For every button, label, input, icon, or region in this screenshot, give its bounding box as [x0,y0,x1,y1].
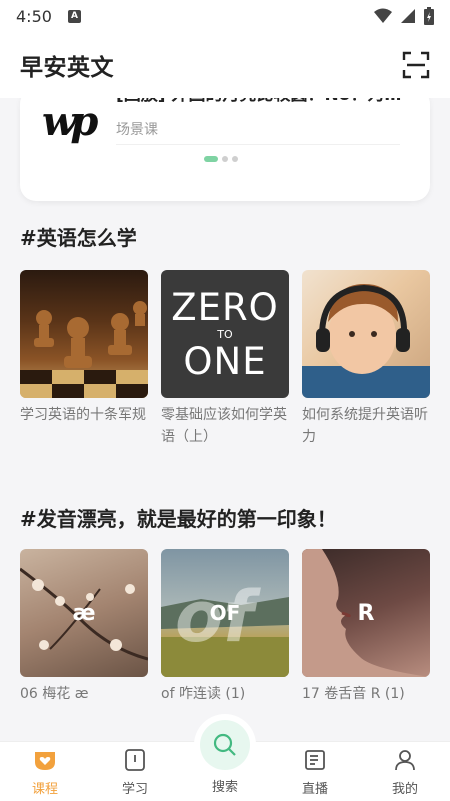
tab-mine[interactable]: 我的 [360,742,450,801]
wifi-icon [374,8,392,23]
tab-live[interactable]: 直播 [270,742,360,801]
course-thumbnail-of[interactable]: of OF [161,549,289,677]
course-card[interactable]: of OF of 咋连读 (1) [161,549,289,705]
carousel-dot-active [204,156,218,162]
tab-study[interactable]: 学习 [90,742,180,801]
search-icon [213,733,236,756]
person-icon [395,750,415,771]
battery-icon [424,7,434,25]
bottom-tab-bar: 课程 学习 搜索 直播 我的 [0,720,450,801]
course-card[interactable]: æ 06 梅花 æ [20,549,148,705]
tab-label-live: 直播 [301,782,328,797]
banner-subtitle: 场景课 [116,122,158,138]
tab-label-course: 课程 [31,782,58,797]
heart-box-icon [35,752,55,770]
divider [116,144,400,145]
live-icon [305,750,325,770]
status-bar: 4:50 A [0,0,450,32]
app-title: 早安英文 [20,55,114,81]
notification-icon: A [67,9,81,23]
status-right [374,7,434,25]
carousel-dot [232,156,238,162]
tab-label-study: 学习 [121,782,148,797]
course-label: 学习英语的十条军规 [20,407,146,423]
course-label: 06 梅花 æ [20,686,89,702]
thumb-text-r: R [357,600,375,626]
carousel-dot [222,156,228,162]
course-card[interactable]: R 17 卷舌音 R (1) [302,549,430,705]
notebook-icon [125,749,145,771]
tab-course[interactable]: 课程 [0,742,90,801]
course-label: 零基础应该如何学英语（上） [161,407,287,445]
chess-pieces-icon [20,301,148,398]
course-card[interactable]: 如何系统提升英语听力 [302,270,430,448]
course-card[interactable]: ZERO TO ONE 零基础应该如何学英语（上） [161,270,289,448]
course-thumbnail-chess[interactable] [20,270,148,398]
course-thumbnail-lips[interactable]: R [302,549,430,677]
banner-title[interactable]: [回放] 外国的月亮比较圆？No！为… [116,98,406,110]
section-title-how-to-learn: #英语怎么学 [20,226,137,250]
course-row-how-to-learn: 学习英语的十条军规 ZERO TO ONE 零基础应该如何学英语（上） 如何系统… [20,270,430,448]
course-label: 如何系统提升英语听力 [302,407,428,445]
kid-with-headphones-icon [302,284,430,398]
section-title-pronunciation: #发音漂亮，就是最好的第一印象！ [20,507,337,531]
status-time: 4:50 [16,6,52,26]
course-row-pronunciation: æ 06 梅花 æ of OF of 咋连读 (1) R 17 卷舌音 R (1… [20,549,430,705]
thumb-text-one: ONE [183,340,267,383]
course-thumbnail-zero-to-one[interactable]: ZERO TO ONE [161,270,289,398]
banner-card[interactable]: wp [回放] 外国的月亮比较圆？No！为… 场景课 [20,98,430,201]
search-bubble[interactable] [200,720,250,770]
main-content[interactable]: wp [回放] 外国的月亮比较圆？No！为… 场景课 #英语怎么学 [0,98,450,741]
course-label: of 咋连读 (1) [161,686,246,702]
carousel-dots [204,156,238,162]
app-header: 早安英文 [0,32,450,98]
course-label: 17 卷舌音 R (1) [302,686,405,702]
course-thumbnail-blossom[interactable]: æ [20,549,148,677]
tab-search[interactable]: 搜索 [180,720,270,801]
signal-icon [401,9,415,23]
course-card[interactable]: 学习英语的十条军规 [20,270,148,448]
tab-label-search: 搜索 [211,780,238,795]
banner-logo: wp [42,98,98,145]
tab-label-mine: 我的 [391,782,418,797]
thumb-text-zero: ZERO [171,286,279,329]
thumb-text-of: OF [209,601,241,625]
thumb-text-ae: æ [72,600,96,626]
scan-icon[interactable] [402,51,430,79]
course-thumbnail-kid-headphones[interactable] [302,270,430,398]
